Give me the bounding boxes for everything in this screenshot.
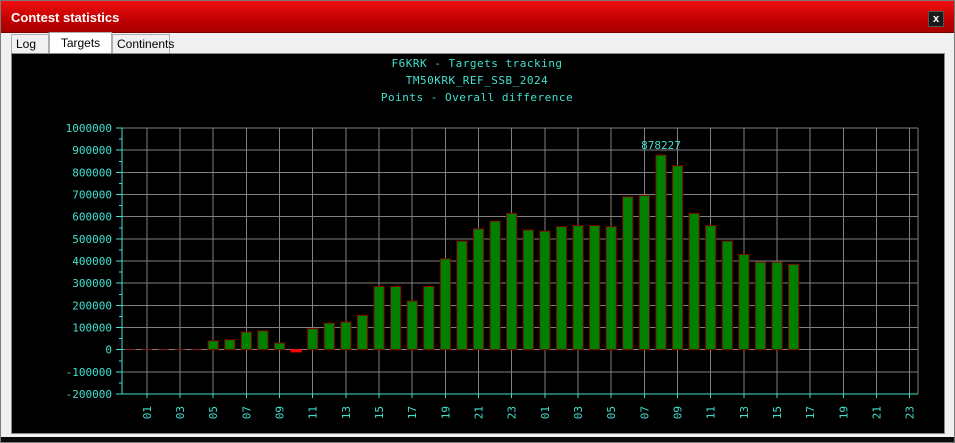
x-tick-label: 17 [804, 406, 817, 419]
x-tick-label: 19 [837, 406, 850, 419]
bar [622, 196, 634, 351]
x-tick-label: 05 [605, 406, 618, 419]
bar [787, 263, 800, 351]
bar [489, 220, 501, 351]
x-tick-label: 21 [473, 406, 486, 419]
y-tick-label: 1000000 [66, 122, 112, 135]
bottom-border [1, 437, 954, 442]
bar [671, 165, 684, 351]
x-tick-label: 17 [406, 406, 419, 419]
chart-panel: F6KRK - Targets tracking TM50KRK_REF_SSB_… [11, 53, 945, 434]
y-tick-label: 300000 [72, 277, 112, 290]
bar [257, 330, 269, 351]
x-tick-label: 01 [141, 406, 154, 419]
y-tick-label: 700000 [72, 189, 112, 202]
bar [389, 285, 402, 351]
x-tick-label: 09 [274, 406, 287, 419]
bar [240, 331, 253, 351]
close-button[interactable]: x [928, 11, 944, 27]
bar [406, 300, 418, 351]
bar [423, 285, 435, 351]
bar [224, 339, 236, 351]
bar [207, 340, 219, 351]
bar [439, 258, 452, 351]
y-tick-label: 500000 [72, 233, 112, 246]
bar [555, 226, 568, 351]
bar [373, 285, 385, 351]
bar [522, 229, 534, 351]
bar [506, 212, 518, 351]
x-tick-label: 01 [539, 406, 552, 419]
targets-chart: F6KRK - Targets tracking TM50KRK_REF_SSB_… [66, 57, 919, 419]
y-tick-label: 600000 [72, 211, 112, 224]
chart-subtitle2: Points - Overall difference [381, 91, 573, 104]
y-tick-label: 800000 [72, 166, 112, 179]
y-tick-label: -100000 [66, 366, 112, 379]
x-tick-label: 15 [373, 406, 386, 419]
x-tick-label: 11 [705, 406, 718, 419]
x-tick-label: 13 [738, 406, 751, 419]
bar [340, 321, 352, 351]
x-tick-label: 21 [871, 406, 884, 419]
bar [605, 226, 617, 351]
bar [356, 314, 369, 351]
x-tick-label: 15 [771, 406, 784, 419]
bar-negative [290, 349, 302, 353]
x-tick-label: 11 [307, 406, 320, 419]
x-tick-label: 09 [672, 406, 685, 419]
window-title: Contest statistics [11, 10, 120, 25]
bar [323, 322, 335, 351]
bar [754, 261, 767, 351]
bar [705, 225, 717, 351]
tab-log[interactable]: Log [11, 34, 49, 53]
x-tick-label: 05 [207, 406, 220, 419]
bar [539, 230, 551, 351]
x-tick-label: 19 [439, 406, 452, 419]
bar [655, 154, 667, 351]
contest-statistics-window: Contest statistics x Log Targets Contine… [0, 0, 955, 443]
x-tick-label: 13 [340, 406, 353, 419]
y-tick-label: 200000 [72, 299, 112, 312]
x-tick-label: 03 [174, 406, 187, 419]
y-tick-label: 900000 [72, 144, 112, 157]
x-tick-label: 23 [506, 406, 519, 419]
bar [638, 195, 651, 351]
bar [307, 328, 319, 351]
title-bar[interactable]: Contest statistics x [1, 1, 954, 33]
y-tick-label: 100000 [72, 322, 112, 335]
y-tick-label: -200000 [66, 388, 112, 401]
bar [721, 240, 733, 351]
bar [572, 225, 584, 351]
x-tick-label: 03 [572, 406, 585, 419]
bar [456, 240, 468, 351]
bar [472, 228, 485, 351]
tab-targets[interactable]: Targets [49, 32, 112, 53]
bar [588, 225, 601, 351]
chart-subtitle: TM50KRK_REF_SSB_2024 [406, 74, 548, 87]
x-tick-label: 23 [904, 406, 917, 419]
x-tick-label: 07 [240, 406, 253, 419]
bar [273, 342, 286, 351]
bar [688, 212, 700, 351]
chart-title: F6KRK - Targets tracking [392, 57, 563, 70]
x-tick-label: 07 [638, 406, 651, 419]
tab-continents[interactable]: Continents [112, 34, 174, 53]
y-tick-label: 400000 [72, 255, 112, 268]
bar [771, 261, 783, 351]
y-tick-label: 0 [105, 344, 112, 357]
peak-value-label: 878227 [641, 139, 681, 152]
bar [738, 253, 750, 351]
